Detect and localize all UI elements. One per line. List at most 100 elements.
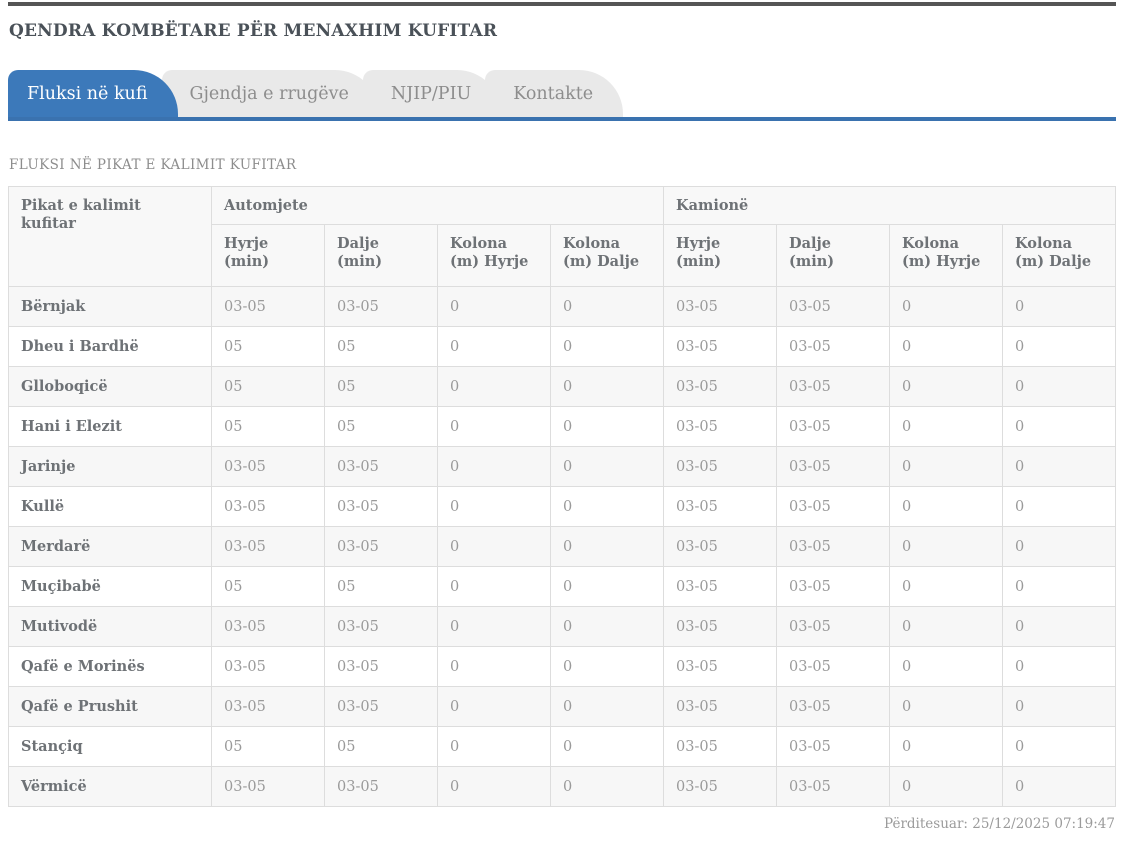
sub-header-cell: Kolona (m) Hyrje: [890, 225, 1003, 287]
cell-value: 03-05: [777, 647, 890, 687]
tab-fluksi-ne-kufi[interactable]: Fluksi në kufi: [8, 70, 178, 117]
cell-value: 0: [438, 527, 551, 567]
cell-value: 03-05: [664, 287, 777, 327]
crossing-point-name: Jarinje: [9, 447, 212, 487]
cell-value: 03-05: [664, 687, 777, 727]
cell-value: 03-05: [325, 647, 438, 687]
crossing-point-name: Kullë: [9, 487, 212, 527]
table-row: Bërnjak03-0503-050003-0503-0500: [9, 287, 1116, 327]
cell-value: 0: [1003, 367, 1116, 407]
table-row: Qafë e Prushit03-0503-050003-0503-0500: [9, 687, 1116, 727]
table-row: Hani i Elezit05050003-0503-0500: [9, 407, 1116, 447]
cell-value: 0: [551, 447, 664, 487]
cell-value: 0: [890, 607, 1003, 647]
table-row: Vërmicë03-0503-050003-0503-0500: [9, 767, 1116, 807]
sub-header-cell: Kolona (m) Dalje: [1003, 225, 1116, 287]
cell-value: 0: [1003, 327, 1116, 367]
cell-value: 0: [1003, 287, 1116, 327]
table-row: Qafë e Morinës03-0503-050003-0503-0500: [9, 647, 1116, 687]
crossing-point-name: Hani i Elezit: [9, 407, 212, 447]
tab-gjendja-e-rrugeve[interactable]: Gjendja e rrugëve: [162, 70, 379, 117]
cell-value: 0: [438, 727, 551, 767]
cell-value: 03-05: [777, 487, 890, 527]
cell-value: 0: [551, 727, 664, 767]
cell-value: 03-05: [212, 447, 325, 487]
cell-value: 0: [438, 567, 551, 607]
cell-value: 0: [551, 687, 664, 727]
cell-value: 03-05: [212, 527, 325, 567]
cell-value: 0: [1003, 647, 1116, 687]
cell-value: 0: [1003, 407, 1116, 447]
cell-value: 05: [212, 567, 325, 607]
table-row: Glloboqicë05050003-0503-0500: [9, 367, 1116, 407]
cell-value: 0: [890, 727, 1003, 767]
border-flow-table: Pikat e kalimit kufitar Automjete Kamion…: [8, 186, 1116, 807]
cell-value: 0: [551, 367, 664, 407]
cell-value: 03-05: [777, 687, 890, 727]
crossing-point-name: Glloboqicë: [9, 367, 212, 407]
crossing-point-name: Muçibabë: [9, 567, 212, 607]
cell-value: 0: [890, 327, 1003, 367]
cell-value: 0: [551, 327, 664, 367]
cell-value: 0: [551, 487, 664, 527]
cell-value: 03-05: [777, 767, 890, 807]
sub-header-cell: Hyrje (min): [664, 225, 777, 287]
cell-value: 03-05: [325, 687, 438, 727]
page: QENDRA KOMBËTARE PËR MENAXHIM KUFITAR Fl…: [0, 2, 1124, 848]
crossing-point-name: Vërmicë: [9, 767, 212, 807]
tab-kontakte[interactable]: Kontakte: [485, 70, 623, 117]
table-row: Kullë03-0503-050003-0503-0500: [9, 487, 1116, 527]
cell-value: 0: [551, 767, 664, 807]
cell-value: 03-05: [212, 607, 325, 647]
cell-value: 03-05: [212, 767, 325, 807]
cell-value: 05: [212, 327, 325, 367]
top-divider: [8, 2, 1116, 6]
cell-value: 0: [1003, 527, 1116, 567]
crossing-point-name: Qafë e Morinës: [9, 647, 212, 687]
cell-value: 05: [325, 407, 438, 447]
cell-value: 05: [325, 367, 438, 407]
cell-value: 03-05: [212, 687, 325, 727]
cell-value: 03-05: [777, 527, 890, 567]
cell-value: 03-05: [664, 367, 777, 407]
table-row: Muçibabë05050003-0503-0500: [9, 567, 1116, 607]
cell-value: 03-05: [325, 607, 438, 647]
cell-value: 03-05: [664, 727, 777, 767]
cell-value: 05: [212, 407, 325, 447]
cell-value: 0: [890, 487, 1003, 527]
cell-value: 0: [1003, 607, 1116, 647]
cell-value: 0: [890, 527, 1003, 567]
crossing-point-name: Merdarë: [9, 527, 212, 567]
cell-value: 03-05: [664, 447, 777, 487]
last-updated: Përditesuar: 25/12/2025 07:19:47: [8, 816, 1116, 832]
table-row: Mutivodë03-0503-050003-0503-0500: [9, 607, 1116, 647]
cell-value: 03-05: [777, 407, 890, 447]
cell-value: 05: [325, 567, 438, 607]
table-row: Merdarë03-0503-050003-0503-0500: [9, 527, 1116, 567]
cell-value: 03-05: [325, 487, 438, 527]
cell-value: 0: [890, 687, 1003, 727]
cell-value: 0: [890, 647, 1003, 687]
sub-header-cell: Kolona (m) Dalje: [551, 225, 664, 287]
cell-value: 03-05: [664, 567, 777, 607]
tab-njip-piu[interactable]: NJIP/PIU: [363, 70, 501, 117]
cell-value: 03-05: [212, 487, 325, 527]
sub-header-cell: Hyrje (min): [212, 225, 325, 287]
cell-value: 03-05: [325, 447, 438, 487]
cell-value: 0: [1003, 767, 1116, 807]
cell-value: 0: [1003, 447, 1116, 487]
table-row: Dheu i Bardhë05050003-0503-0500: [9, 327, 1116, 367]
table-row: Stançiq05050003-0503-0500: [9, 727, 1116, 767]
cell-value: 0: [438, 767, 551, 807]
cell-value: 03-05: [212, 647, 325, 687]
group-header-automjete: Automjete: [212, 187, 664, 225]
table-row: Jarinje03-0503-050003-0503-0500: [9, 447, 1116, 487]
cell-value: 05: [325, 727, 438, 767]
cell-value: 03-05: [325, 287, 438, 327]
crossing-point-name: Bërnjak: [9, 287, 212, 327]
cell-value: 03-05: [777, 567, 890, 607]
cell-value: 0: [1003, 487, 1116, 527]
cell-value: 05: [325, 327, 438, 367]
cell-value: 0: [438, 407, 551, 447]
group-header-row: Pikat e kalimit kufitar Automjete Kamion…: [9, 187, 1116, 225]
